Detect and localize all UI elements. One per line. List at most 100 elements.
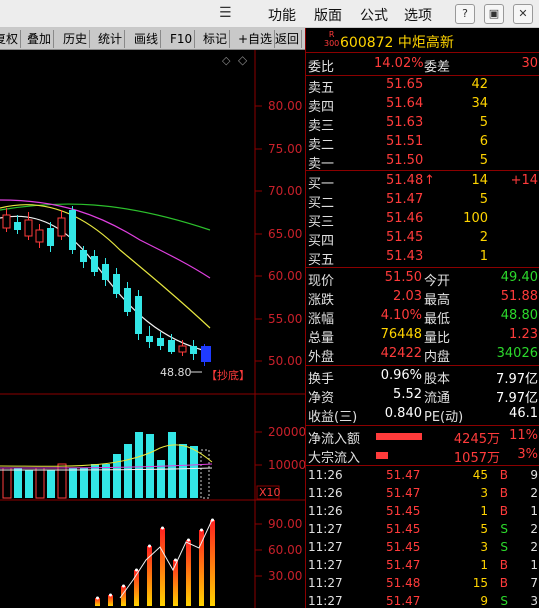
volume-bar [25,470,33,498]
rzrq-tag: R 300 [324,30,340,48]
quote-panel: R 300 600872 中炬高新 委比 14.02% 委差 30 卖五 51.65… [305,28,539,608]
volume-bar [35,467,45,499]
flow-bar [376,433,422,440]
close-icon[interactable]: ✕ [513,4,533,24]
flow-bar [376,452,388,459]
tick-row: 11:27 51.47 1 B 1 [308,558,538,572]
price-tick: 50.00 [268,354,302,368]
candle-body [57,217,66,237]
tick-row: 11:26 51.47 3 B 2 [308,486,538,500]
volume-bar [190,446,198,498]
weibi-row: 委比 14.02% 委差 30 [308,56,538,75]
candle-body [190,346,197,354]
title-bar: ☰ 功能 版面 公式 选项 ? ▣ ✕ [0,0,539,28]
toolbar-stats[interactable]: 统计 [96,30,126,48]
indicator-dot [148,544,151,548]
restore-icon[interactable]: ▣ [484,4,504,24]
toolbar-f10[interactable]: F10 [168,30,196,48]
tick-row: 11:26 51.47 45 B 9 [308,468,538,482]
ask-row: 卖一 51.50 5 [308,153,488,172]
candle-body [80,250,87,262]
candle-body [35,229,44,243]
bid-row: 买三 51.46 100 [308,211,488,230]
volume-bar [69,468,77,498]
settings-diamond-icon: ◇ [238,53,248,67]
menu-layout[interactable]: 版面 [314,5,342,25]
ask-row: 卖五 51.65 42 [308,77,488,96]
volume-bar [200,449,210,499]
candle-body [102,264,109,280]
low-price-label: 48.80 [160,366,192,379]
volume-bars [2,432,210,499]
indicator-dot [122,584,125,588]
help-icon[interactable]: ? [455,4,475,24]
ask-row: 卖三 51.63 5 [308,115,488,134]
candle-body [113,274,120,294]
candle-body [168,340,175,352]
candle-body [47,228,54,246]
indicator-bars [95,518,215,606]
flow-row: 净流入额 4245万 11% [308,428,538,447]
price-tick: 65.00 [268,227,302,241]
indicator-bar [160,528,165,606]
candle-body [24,219,33,237]
indicator-bar [210,520,215,606]
volume-unit: X10 [259,486,281,499]
stat-row: 总量 76448 量比 1.23 [308,327,538,346]
ask-row: 卖四 51.64 34 [308,96,488,115]
toolbar-overlay[interactable]: 叠加 [25,30,55,48]
menu-formula[interactable]: 公式 [360,5,388,25]
flow-row: 大宗流入 1057万 3% [308,447,538,466]
indicator-bar [173,560,178,606]
price-tick: 70.00 [268,184,302,198]
volume-bar [124,444,132,498]
price-tick: 80.00 [268,99,302,113]
tick-row: 11:27 51.45 5 S 2 [308,522,538,536]
indicator-tick: 90.00 [268,517,302,531]
volume-bar [80,468,88,498]
indicator-dot [161,526,164,530]
stock-code-name[interactable]: 600872 中炬高新 [340,32,454,52]
candle-body [201,346,211,362]
stat-row: 现价 51.50 今开 49.40 [308,270,538,289]
toolbar-fuquan[interactable]: 复权 [0,30,22,48]
price-tick: 60.00 [268,269,302,283]
stat-row: 涨幅 4.10% 最低 48.80 [308,308,538,327]
toolbar-add-watch[interactable]: +自选 [236,30,276,48]
volume-bar [91,464,99,498]
candle-body [2,214,11,229]
indicator-dot [174,558,177,562]
toolbar-draw[interactable]: 画线 [132,30,162,48]
menu-options[interactable]: 选项 [404,5,432,25]
menu-function[interactable]: 功能 [268,5,296,25]
volume-bar [146,434,154,498]
kline-chart[interactable]: ◇ ◇ 80.00 75.00 70.00 65.00 60.00 55.00 … [0,50,305,608]
fundamental-row: 净资 5.52 流通 7.97亿 [308,387,538,406]
candle-body [178,345,187,353]
candle-body [14,222,21,230]
volume-tick: 10000 [268,458,305,472]
indicator-tick: 60.00 [268,543,302,557]
indicator-dot [187,538,190,542]
price-tick: 55.00 [268,312,302,326]
volume-bar [135,432,143,498]
stat-row: 涨跌 2.03 最高 51.88 [308,289,538,308]
toolbar-back[interactable]: 返回 [273,30,303,48]
bid-row: 买一 51.48 ↑ 14 +14 [308,173,538,192]
volume-tick: 20000 [268,425,305,439]
bid-row: 买四 51.45 2 [308,230,488,249]
menu-list-icon[interactable]: ☰ [219,5,232,21]
indicator-dot [109,593,112,597]
candle-body [135,296,142,334]
ask-row: 卖二 51.51 6 [308,134,488,153]
stock-code: 600872 [340,35,394,51]
indicator-dot [200,528,203,532]
tick-row: 11:27 51.47 9 S 3 [308,594,538,608]
toolbar-history[interactable]: 历史 [61,30,91,48]
signal-label: 【抄底】 [206,368,250,382]
candle-body [124,288,131,312]
indicator-bar [186,540,191,606]
volume-bar [14,468,22,498]
toolbar-mark[interactable]: 标记 [201,30,231,48]
volume-bar [168,432,176,498]
